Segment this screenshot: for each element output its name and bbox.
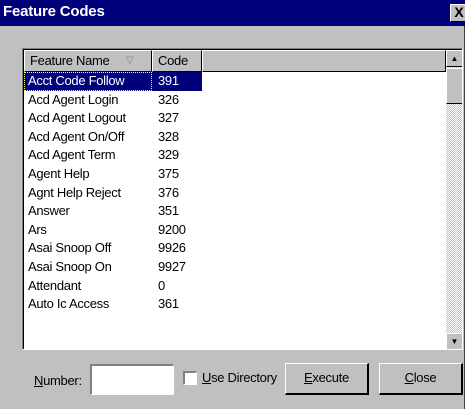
close-button[interactable]: Close (379, 363, 463, 395)
table-row[interactable]: Acct Code Follow 391 (24, 72, 446, 91)
code-cell: 375 (158, 165, 179, 181)
column-header-code[interactable]: Code (152, 50, 202, 72)
use-directory-checkbox[interactable] (183, 371, 197, 385)
feature-codes-dialog: Feature Codes X Feature Name ▽ Code Acct… (0, 0, 465, 409)
feature-name-cell: Agent Help (28, 165, 90, 181)
feature-name-cell: Agnt Help Reject (28, 184, 121, 200)
code-cell: 391 (152, 72, 202, 91)
code-cell: 376 (158, 184, 179, 200)
number-label: Number: (34, 373, 82, 388)
table-row[interactable]: Agent Help 375 (24, 165, 446, 184)
table-row[interactable]: Ars 9200 (24, 221, 446, 240)
execute-button[interactable]: Execute (285, 363, 369, 395)
table-row[interactable]: Acd Agent Login 326 (24, 91, 446, 110)
feature-name-cell: Ars (28, 221, 47, 237)
table-row[interactable]: Auto Ic Access 361 (24, 295, 446, 314)
title-bar: Feature Codes X (0, 0, 465, 26)
feature-name-cell: Acd Agent On/Off (28, 128, 125, 144)
scroll-down-arrow-icon[interactable]: ▼ (446, 333, 462, 349)
code-cell: 9926 (158, 240, 186, 256)
sort-descending-icon: ▽ (126, 55, 134, 66)
code-cell: 0 (158, 277, 165, 293)
close-window-button[interactable]: X (450, 4, 465, 22)
code-cell: 326 (158, 91, 179, 107)
code-cell: 327 (158, 110, 179, 126)
number-input[interactable] (90, 364, 174, 395)
column-header-feature-name[interactable]: Feature Name ▽ (24, 50, 152, 72)
table-row[interactable]: Asai Snoop On 9927 (24, 258, 446, 277)
table-row[interactable]: Acd Agent Term 329 (24, 146, 446, 165)
code-cell: 361 (158, 296, 179, 312)
feature-name-cell: Acd Agent Term (28, 147, 116, 163)
use-directory-label[interactable]: Use Directory (202, 370, 277, 385)
code-cell: 9927 (158, 258, 186, 274)
feature-name-cell: Asai Snoop On (28, 258, 112, 274)
code-cell: 328 (158, 128, 179, 144)
column-header-empty (202, 50, 446, 72)
table-row[interactable]: Asai Snoop Off 9926 (24, 239, 446, 258)
feature-name-cell: Attendant (28, 277, 81, 293)
feature-name-cell: Answer (28, 203, 70, 219)
vertical-scrollbar[interactable]: ▲ ▼ (446, 50, 462, 349)
table-row[interactable]: Agnt Help Reject 376 (24, 184, 446, 203)
feature-name-cell: Acd Agent Logout (28, 110, 126, 126)
table-row[interactable]: Attendant 0 (24, 277, 446, 296)
table-row[interactable]: Answer 351 (24, 202, 446, 221)
feature-name-cell: Asai Snoop Off (28, 240, 112, 256)
code-cell: 329 (158, 147, 179, 163)
code-cell: 9200 (158, 221, 186, 237)
feature-name-cell: Acd Agent Login (28, 91, 119, 107)
feature-name-cell: Auto Ic Access (28, 296, 110, 312)
feature-name-cell: Acct Code Follow (24, 72, 152, 91)
code-cell: 351 (158, 203, 179, 219)
scroll-up-arrow-icon[interactable]: ▲ (446, 50, 462, 67)
list-rows: Acct Code Follow 391 Acd Agent Login 326 Acd… (24, 72, 446, 314)
table-row[interactable]: Acd Agent On/Off 328 (24, 128, 446, 147)
feature-codes-list[interactable]: Feature Name ▽ Code Acct Code Follow 391 A… (22, 48, 463, 350)
window-title: Feature Codes (3, 3, 105, 20)
table-row[interactable]: Acd Agent Logout 327 (24, 109, 446, 128)
list-header: Feature Name ▽ Code (24, 50, 446, 72)
column-header-label: Feature Name (30, 53, 110, 68)
scrollbar-thumb[interactable] (446, 68, 462, 104)
